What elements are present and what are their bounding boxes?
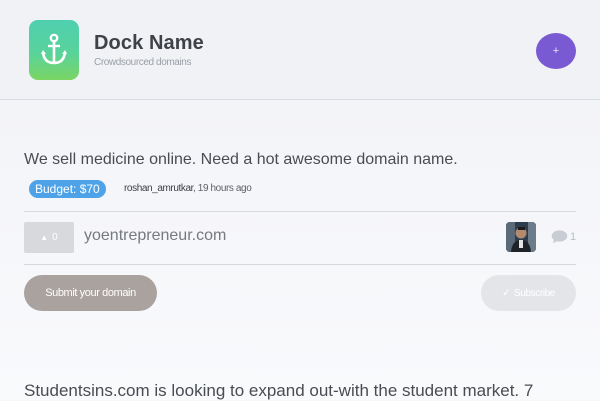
post-time: , 19 hours ago: [193, 183, 252, 194]
app-header: Dock Name Crowdsourced domains +: [0, 0, 600, 100]
domain-suggestion[interactable]: yoentrepreneur.com: [84, 227, 226, 245]
request-meta: roshan_amrutkar, 19 hours ago: [124, 183, 252, 194]
author-link[interactable]: roshan_amrutkar: [124, 183, 193, 194]
upvote-button[interactable]: ▲ 0: [24, 222, 74, 253]
vote-count: 0: [52, 232, 58, 243]
request-title[interactable]: Studentsins.com is looking to expand out…: [24, 381, 533, 401]
app-subtitle: Crowdsourced domains: [94, 57, 192, 68]
subscribe-button[interactable]: ✓ Subscribe: [481, 275, 576, 311]
subscribe-label: Subscribe: [514, 287, 555, 299]
submit-domain-button[interactable]: Submit your domain: [24, 275, 157, 311]
request-title[interactable]: We sell medicine online. Need a hot awes…: [24, 151, 458, 169]
comment-icon[interactable]: [551, 230, 568, 249]
app-logo[interactable]: [29, 20, 79, 80]
anchor-icon: [40, 33, 68, 67]
app-title: Dock Name: [94, 32, 204, 54]
comment-count: 1: [570, 231, 577, 243]
budget-badge: Budget: $70: [29, 180, 106, 198]
check-icon: ✓: [502, 287, 511, 299]
add-button[interactable]: +: [536, 33, 576, 69]
divider: [24, 211, 576, 212]
divider: [24, 264, 576, 265]
avatar[interactable]: [506, 222, 536, 252]
upvote-icon: ▲: [40, 233, 49, 242]
